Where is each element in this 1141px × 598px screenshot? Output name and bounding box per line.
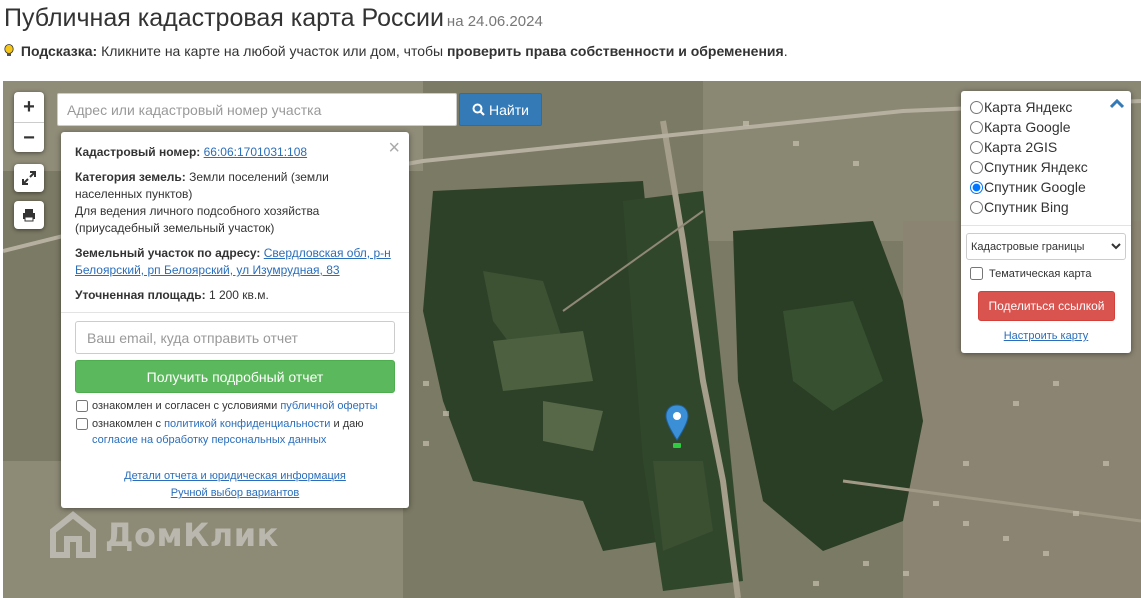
basemap-label: Спутник Яндекс [984, 159, 1088, 175]
offer-consent-label: ознакомлен и согласен с условиями публич… [92, 398, 378, 414]
chevron-down-icon [1111, 243, 1121, 250]
search-button[interactable]: Найти [459, 93, 542, 126]
zoom-controls: + − [14, 92, 44, 152]
area-label: Уточненная площадь: [75, 288, 206, 302]
get-report-button[interactable]: Получить подробный отчет [75, 360, 395, 393]
search-button-label: Найти [489, 101, 529, 118]
privacy-consent-and: и даю [333, 418, 364, 430]
domclick-watermark: ДомКлик [49, 511, 279, 559]
overlay-select[interactable]: Кадастровые границы [966, 233, 1126, 260]
print-button[interactable] [14, 201, 44, 229]
hint-label: Подсказка: [20, 43, 98, 59]
cadastral-label: Кадастровый номер: [75, 145, 201, 159]
area-row: Уточненная площадь: 1 200 кв.м. [75, 287, 395, 304]
overlay-select-value: Кадастровые границы [971, 240, 1085, 253]
layer-divider [961, 225, 1131, 226]
privacy-consent-text: ознакомлен с [92, 418, 162, 430]
basemap-label: Карта Яндекс [984, 99, 1073, 115]
thematic-map-label: Тематическая карта [989, 267, 1092, 280]
manual-selection-link[interactable]: Ручной выбор вариантов [171, 487, 299, 499]
public-offer-link[interactable]: публичной оферты [280, 400, 377, 412]
zoom-out-button[interactable]: − [14, 122, 44, 152]
map-pin-icon[interactable] [665, 404, 689, 450]
basemap-radio[interactable] [970, 140, 983, 154]
hint-end: . [783, 43, 788, 59]
basemap-option-2gis-map[interactable]: Карта 2GIS [961, 137, 1131, 157]
basemap-option-google-satellite[interactable]: Спутник Google [961, 177, 1131, 197]
basemap-label: Карта 2GIS [984, 139, 1058, 155]
popup-divider [61, 312, 409, 313]
popup-footer-links: Детали отчета и юридическая информация Р… [75, 468, 395, 502]
basemap-option-yandex-satellite[interactable]: Спутник Яндекс [961, 157, 1131, 177]
basemap-label: Спутник Bing [984, 199, 1069, 215]
offer-consent-row: ознакомлен и согласен с условиями публич… [75, 398, 395, 414]
personal-data-link[interactable]: согласие на обработку персональных данны… [92, 434, 326, 446]
basemap-option-bing-satellite[interactable]: Спутник Bing [961, 197, 1131, 217]
address-label: Земельный участок по адресу: [75, 246, 261, 260]
hint-text: Кликните на карте на любой участок или д… [101, 43, 444, 59]
fullscreen-button[interactable] [14, 164, 44, 192]
search-icon [472, 103, 485, 116]
watermark-text: ДомКлик [105, 516, 279, 554]
thematic-map-checkbox[interactable] [970, 267, 983, 280]
basemap-options: Карта Яндекс Карта Google Карта 2GIS Спу… [961, 91, 1131, 217]
category-row: Категория земель: Земли поселений (земли… [75, 169, 395, 203]
privacy-consent-checkbox[interactable] [76, 418, 88, 430]
offer-consent-checkbox[interactable] [76, 400, 88, 412]
basemap-label: Карта Google [984, 119, 1071, 135]
fullscreen-icon [22, 171, 36, 185]
page-title: Публичная кадастровая карта России на 24.… [4, 4, 543, 33]
layer-panel: Карта Яндекс Карта Google Карта 2GIS Спу… [961, 91, 1131, 353]
basemap-option-yandex-map[interactable]: Карта Яндекс [961, 97, 1131, 117]
email-field[interactable] [75, 321, 395, 354]
print-icon [23, 209, 35, 222]
cadastral-row: Кадастровый номер: 66:06:1701031:108 [75, 144, 395, 161]
chevron-up-icon[interactable] [1110, 99, 1124, 109]
thematic-map-toggle[interactable]: Тематическая карта [961, 267, 1131, 280]
hint-bar: Подсказка: Кликните на карте на любой уч… [4, 43, 788, 59]
basemap-option-google-map[interactable]: Карта Google [961, 117, 1131, 137]
zoom-in-button[interactable]: + [14, 92, 44, 122]
basemap-label: Спутник Google [984, 179, 1086, 195]
privacy-policy-link[interactable]: политикой конфиденциальности [164, 418, 330, 430]
date-label: на 24.06.2024 [446, 13, 543, 30]
bulb-icon [4, 44, 14, 56]
offer-consent-text: ознакомлен и согласен с условиями [92, 400, 278, 412]
map-view[interactable]: + − Найти × Кадастровый номер: 66:06:170… [3, 81, 1141, 598]
domclick-logo-icon [50, 511, 96, 558]
share-link-button[interactable]: Поделиться ссылкой [978, 291, 1115, 321]
basemap-radio[interactable] [970, 120, 983, 134]
report-details-link[interactable]: Детали отчета и юридическая информация [124, 470, 346, 482]
cadastral-number-link[interactable]: 66:06:1701031:108 [204, 145, 307, 159]
configure-map-link[interactable]: Настроить карту [961, 330, 1131, 342]
category-label: Категория земель: [75, 170, 186, 184]
close-icon[interactable]: × [388, 138, 400, 158]
area-value: 1 200 кв.м. [208, 288, 269, 302]
address-row: Земельный участок по адресу: Свердловска… [75, 245, 395, 279]
privacy-consent-row: ознакомлен с политикой конфиденциальност… [75, 416, 395, 448]
search-input[interactable] [57, 93, 457, 126]
parcel-info-popup: × Кадастровый номер: 66:06:1701031:108 К… [61, 132, 409, 508]
privacy-consent-label: ознакомлен с политикой конфиденциальност… [92, 416, 395, 448]
title-text: Публичная кадастровая карта России [4, 4, 444, 32]
basemap-radio[interactable] [970, 180, 983, 194]
hint-bold-text: проверить права собственности и обремене… [446, 43, 784, 59]
basemap-radio[interactable] [970, 200, 983, 214]
basemap-radio[interactable] [970, 160, 983, 174]
basemap-radio[interactable] [970, 100, 983, 114]
usage-text: Для ведения личного подсобного хозяйства… [75, 204, 320, 235]
